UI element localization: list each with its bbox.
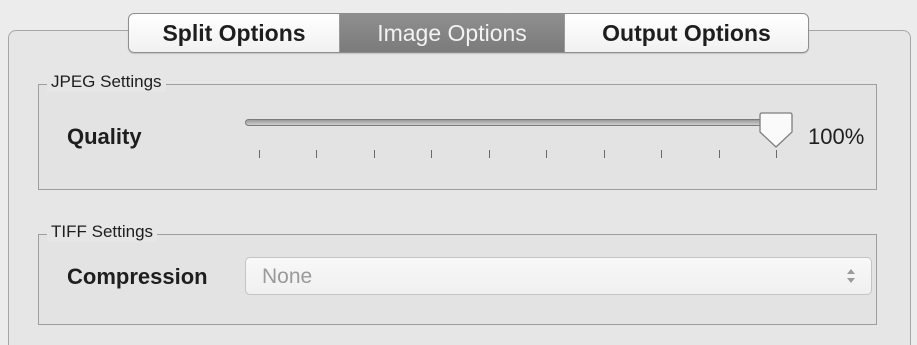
quality-value: 100% — [808, 124, 865, 149]
updown-arrows-icon — [847, 269, 855, 283]
quality-label: Quality — [67, 124, 142, 149]
quality-slider[interactable] — [245, 119, 790, 126]
slider-tick — [316, 150, 318, 158]
slider-tick — [488, 150, 490, 158]
compression-value: None — [262, 265, 313, 288]
slider-tick — [603, 150, 605, 158]
slider-tick — [546, 150, 548, 158]
slider-tick — [373, 150, 375, 158]
compression-popup[interactable]: None — [245, 257, 872, 295]
tiff-settings-title: TIFF Settings — [47, 222, 158, 242]
compression-label: Compression — [67, 264, 208, 289]
slider-tick — [661, 150, 663, 158]
slider-tick — [718, 150, 720, 158]
tab-split-options[interactable]: Split Options — [129, 14, 339, 52]
tab-output-options[interactable]: Output Options — [564, 14, 808, 52]
tiff-group-border — [38, 234, 877, 235]
slider-tick — [259, 150, 260, 158]
tab-bar: Split Options Image Options Output Optio… — [128, 13, 809, 53]
slider-tick — [431, 150, 433, 158]
jpeg-settings-group — [38, 84, 877, 190]
slider-tick — [776, 150, 777, 158]
slider-thumb-icon[interactable] — [758, 110, 794, 150]
tab-image-options[interactable]: Image Options — [339, 14, 564, 52]
image-options-window: Split Options Image Options Output Optio… — [0, 0, 917, 345]
jpeg-settings-title: JPEG Settings — [47, 72, 166, 92]
